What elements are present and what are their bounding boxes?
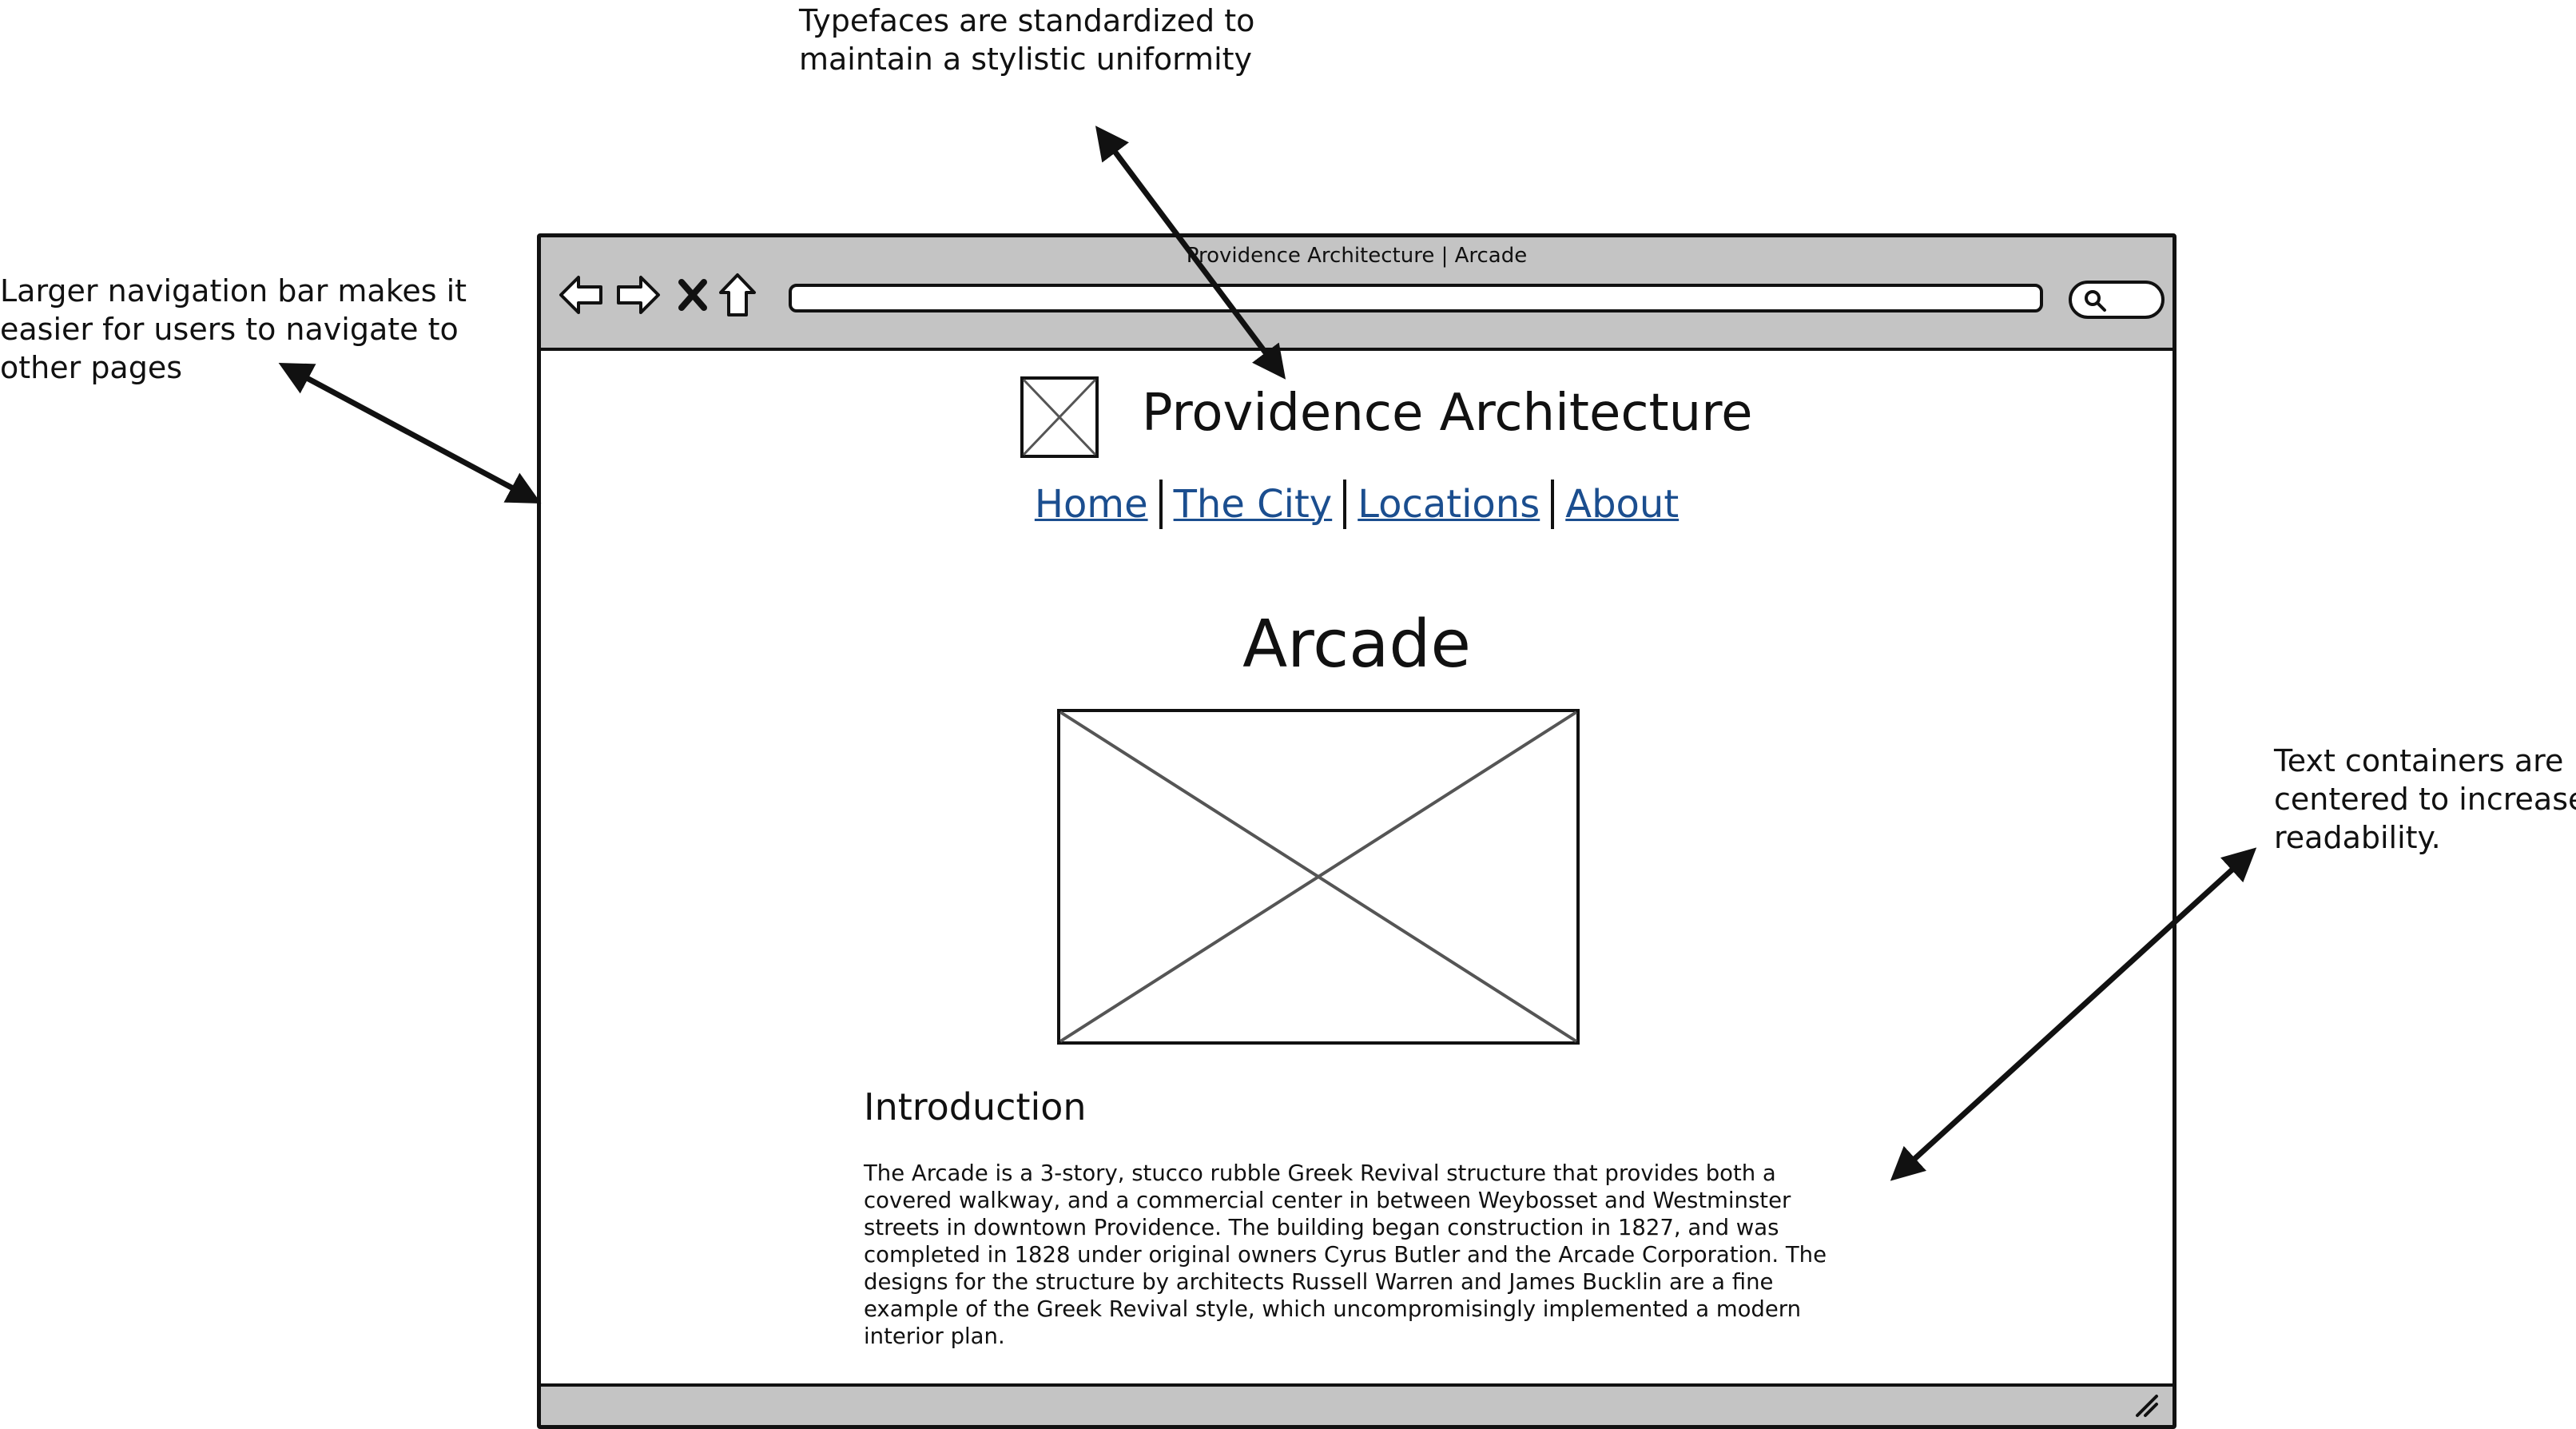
arrow-navigation (278, 363, 542, 504)
arrow-typefaces (1095, 125, 1286, 380)
annotation-arrows (278, 125, 2257, 1181)
arrow-text-containers (1890, 847, 2257, 1181)
